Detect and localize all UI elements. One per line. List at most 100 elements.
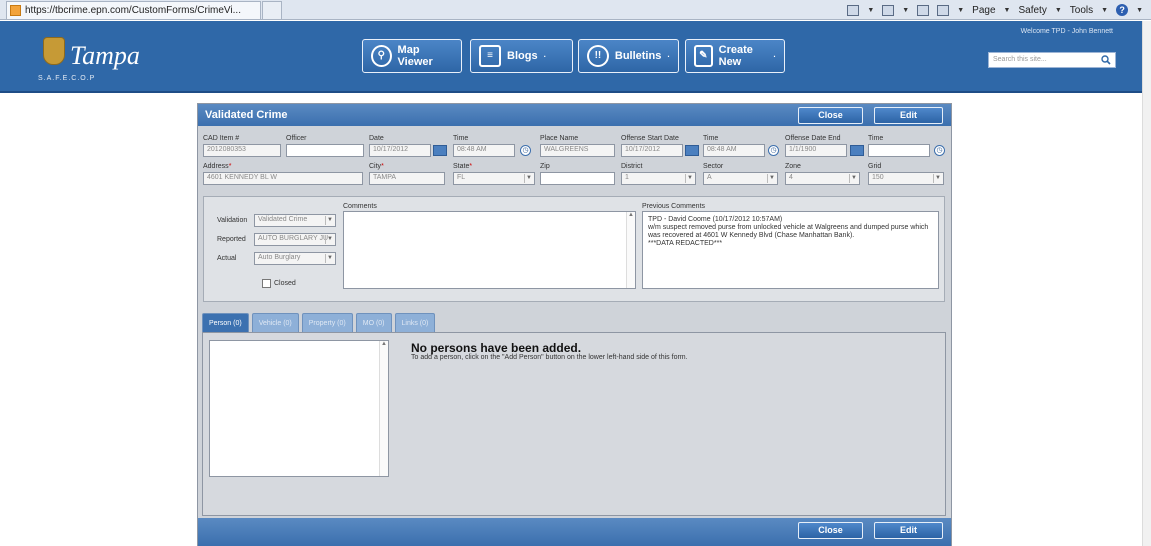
mail-icon[interactable] bbox=[917, 4, 930, 16]
validation-label: Validation bbox=[217, 217, 248, 224]
district-select[interactable]: 1 ▼ bbox=[621, 172, 696, 185]
closed-checkbox[interactable] bbox=[262, 279, 271, 288]
city-field[interactable]: TAMPA bbox=[369, 172, 445, 185]
create-new-button[interactable]: ✎ Create New · bbox=[685, 39, 785, 73]
clock-icon[interactable]: ◷ bbox=[768, 145, 779, 156]
comments-scrollbar[interactable]: ▲ bbox=[626, 212, 635, 288]
welcome-text[interactable]: Welcome TPD - John Bennett bbox=[1021, 28, 1113, 35]
state-label: State* bbox=[453, 163, 473, 170]
grid-label: Grid bbox=[868, 163, 882, 170]
close-button[interactable]: Close bbox=[798, 107, 863, 124]
map-pin-icon: ⚲ bbox=[371, 45, 392, 67]
clock-icon[interactable]: ◷ bbox=[520, 145, 531, 156]
cad-item-field[interactable]: 2012080353 bbox=[203, 144, 281, 157]
chevron-down-icon: ▼ bbox=[524, 174, 533, 183]
print-icon[interactable] bbox=[937, 4, 950, 16]
city-label: City* bbox=[369, 163, 384, 170]
calendar-icon[interactable] bbox=[850, 145, 864, 156]
offense-end-time-label: Time bbox=[868, 135, 884, 142]
tab-mo[interactable]: MO (0) bbox=[355, 313, 392, 332]
reported-select[interactable]: AUTO BURGLARY JU ▼ bbox=[254, 233, 336, 246]
browser-toolbar: https://tbcrime.epn.com/CustomForms/Crim… bbox=[0, 0, 1151, 20]
chevron-down-icon: ▼ bbox=[767, 174, 776, 183]
zip-field[interactable] bbox=[540, 172, 615, 185]
chevron-down-icon: · bbox=[773, 51, 776, 61]
clock-icon[interactable]: ◷ bbox=[934, 145, 945, 156]
actual-label: Actual bbox=[217, 255, 237, 262]
browser-tab[interactable]: https://tbcrime.epn.com/CustomForms/Crim… bbox=[6, 1, 261, 19]
tab-links[interactable]: Links (0) bbox=[394, 313, 436, 332]
chevron-down-icon: ▼ bbox=[933, 174, 942, 183]
offense-start-time-field[interactable]: 08:48 AM bbox=[703, 144, 765, 157]
bulletin-icon: !! bbox=[587, 45, 609, 67]
panel-title: Validated Crime bbox=[205, 109, 288, 121]
footer-edit-button[interactable]: Edit bbox=[874, 522, 943, 539]
tab-url: https://tbcrime.epn.com/CustomForms/Crim… bbox=[25, 5, 241, 16]
feeds-icon[interactable] bbox=[882, 4, 895, 16]
validated-crime-panel: Validated Crime Close Edit CAD Item # 20… bbox=[197, 103, 952, 546]
edit-button[interactable]: Edit bbox=[874, 107, 943, 124]
address-field[interactable]: 4601 KENNEDY BL W bbox=[203, 172, 363, 185]
safety-menu[interactable]: Safety bbox=[1018, 5, 1046, 16]
time-label: Time bbox=[453, 135, 469, 142]
person-list[interactable]: ▲ bbox=[209, 340, 389, 477]
district-label: District bbox=[621, 163, 643, 170]
new-tab-button[interactable] bbox=[262, 1, 282, 19]
offense-date-end-field[interactable]: 1/1/1900 bbox=[785, 144, 847, 157]
address-label: Address* bbox=[203, 163, 232, 170]
zone-label: Zone bbox=[785, 163, 801, 170]
empty-state-title: No persons have been added. bbox=[411, 341, 582, 355]
chevron-down-icon: ▼ bbox=[849, 174, 858, 183]
tools-menu[interactable]: Tools bbox=[1070, 5, 1093, 16]
record-tabs: Person (0) Vehicle (0) Property (0) MO (… bbox=[202, 313, 436, 332]
zip-label: Zip bbox=[540, 163, 550, 170]
calendar-icon[interactable] bbox=[685, 145, 699, 156]
sector-label: Sector bbox=[703, 163, 724, 170]
search-icon[interactable] bbox=[1101, 55, 1111, 65]
comments-label: Comments bbox=[343, 203, 377, 210]
offense-start-date-field[interactable]: 10/17/2012 bbox=[621, 144, 683, 157]
reported-label: Reported bbox=[217, 236, 246, 243]
panel-footer: Close Edit bbox=[198, 518, 951, 546]
site-search-input[interactable]: Search this site... bbox=[988, 52, 1116, 68]
comments-textarea[interactable]: ▲ bbox=[343, 211, 636, 289]
favicon-icon bbox=[10, 5, 21, 16]
previous-comments-box: TPD - David Coome (10/17/2012 10:57AM) w… bbox=[642, 211, 939, 289]
date-field[interactable]: 10/17/2012 bbox=[369, 144, 431, 157]
offense-end-time-field[interactable] bbox=[868, 144, 930, 157]
grid-select[interactable]: 150 ▼ bbox=[868, 172, 944, 185]
state-select[interactable]: FL ▼ bbox=[453, 172, 535, 185]
police-badge-icon bbox=[43, 37, 65, 65]
home-icon[interactable] bbox=[847, 4, 860, 16]
actual-select[interactable]: Auto Burglary ▼ bbox=[254, 252, 336, 265]
zone-select[interactable]: 4 ▼ bbox=[785, 172, 860, 185]
bulletins-button[interactable]: !! Bulletins · bbox=[578, 39, 679, 73]
closed-label: Closed bbox=[274, 280, 296, 287]
panel-header: Validated Crime Close Edit bbox=[198, 104, 951, 126]
map-viewer-button[interactable]: ⚲ Map Viewer bbox=[362, 39, 462, 73]
tab-vehicle[interactable]: Vehicle (0) bbox=[251, 313, 299, 332]
officer-field[interactable] bbox=[286, 144, 364, 157]
city-logo[interactable]: Tampa bbox=[70, 41, 140, 71]
footer-close-button[interactable]: Close bbox=[798, 522, 863, 539]
ie-command-bar: ▼ ▼ ▼ Page ▼ Safety ▼ Tools ▼ ? ▼ bbox=[847, 2, 1143, 18]
officer-label: Officer bbox=[286, 135, 307, 142]
page-scrollbar[interactable] bbox=[1142, 21, 1151, 546]
tab-person[interactable]: Person (0) bbox=[202, 313, 249, 332]
person-list-scrollbar[interactable]: ▲ bbox=[379, 341, 388, 476]
page-menu[interactable]: Page bbox=[972, 5, 995, 16]
blogs-button[interactable]: ≡ Blogs · bbox=[470, 39, 573, 73]
cad-item-label: CAD Item # bbox=[203, 135, 240, 142]
chevron-down-icon: · bbox=[543, 51, 547, 61]
date-label: Date bbox=[369, 135, 384, 142]
site-header: Tampa S.A.F.E.C.O.P ⚲ Map Viewer ≡ Blogs… bbox=[0, 21, 1151, 93]
logo-subtitle: S.A.F.E.C.O.P bbox=[38, 75, 96, 82]
offense-start-time-label: Time bbox=[703, 135, 719, 142]
calendar-icon[interactable] bbox=[433, 145, 447, 156]
tab-property[interactable]: Property (0) bbox=[301, 313, 353, 332]
place-name-field[interactable]: WALGREENS bbox=[540, 144, 615, 157]
time-field[interactable]: 08:48 AM bbox=[453, 144, 515, 157]
validation-select[interactable]: Validated Crime ▼ bbox=[254, 214, 336, 227]
sector-select[interactable]: A ▼ bbox=[703, 172, 778, 185]
help-icon[interactable]: ? bbox=[1116, 4, 1129, 16]
